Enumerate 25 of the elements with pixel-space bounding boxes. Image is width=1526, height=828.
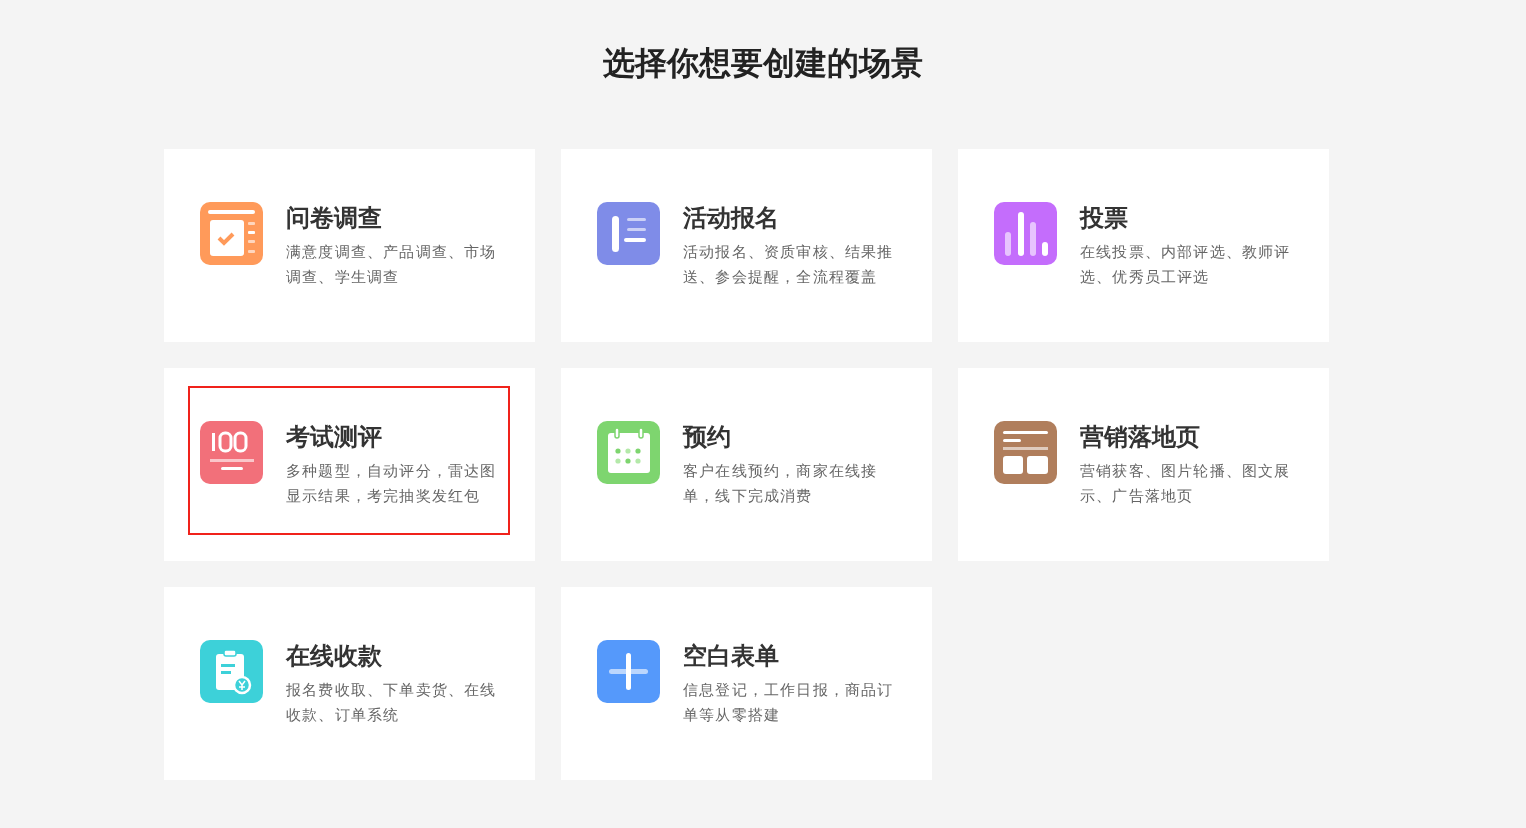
- scene-card[interactable]: 考试测评 多种题型，自动评分，雷达图显示结果，考完抽奖发红包: [164, 368, 535, 561]
- card-title: 活动报名: [683, 203, 780, 234]
- scene-card[interactable]: 问卷调查 满意度调查、产品调查、市场调查、学生调查: [164, 149, 535, 342]
- card-description: 活动报名、资质审核、结果推送、参会提醒，全流程覆盖: [683, 242, 895, 288]
- scene-card[interactable]: 投票 在线投票、内部评选、教师评选、优秀员工评选: [958, 149, 1329, 342]
- card-description: 营销获客、图片轮播、图文展示、广告落地页: [1080, 461, 1292, 507]
- card-title: 预约: [683, 422, 732, 453]
- scene-card[interactable]: 营销落地页 营销获客、图片轮播、图文展示、广告落地页: [958, 368, 1329, 561]
- page-heading: 选择你想要创建的场景: [603, 43, 923, 84]
- card-title: 营销落地页: [1080, 422, 1201, 453]
- card-description: 报名费收取、下单卖货、在线收款、订单系统: [286, 680, 498, 726]
- card-description: 信息登记，工作日报，商品订单等从零搭建: [683, 680, 895, 726]
- scene-card[interactable]: 预约 客户在线预约，商家在线接单，线下完成消费: [561, 368, 932, 561]
- card-title: 在线收款: [286, 641, 383, 672]
- card-description: 在线投票、内部评选、教师评选、优秀员工评选: [1080, 242, 1292, 288]
- card-title: 考试测评: [286, 422, 383, 453]
- scene-card[interactable]: 在线收款 报名费收取、下单卖货、在线收款、订单系统: [164, 587, 535, 780]
- card-title: 空白表单: [683, 641, 780, 672]
- card-title: 问卷调查: [286, 203, 383, 234]
- card-description: 多种题型，自动评分，雷达图显示结果，考完抽奖发红包: [286, 461, 498, 507]
- card-description: 客户在线预约，商家在线接单，线下完成消费: [683, 461, 879, 507]
- scene-card[interactable]: 空白表单 信息登记，工作日报，商品订单等从零搭建: [561, 587, 932, 780]
- scene-card[interactable]: 活动报名 活动报名、资质审核、结果推送、参会提醒，全流程覆盖: [561, 149, 932, 342]
- card-title: 投票: [1080, 203, 1129, 234]
- card-description: 满意度调查、产品调查、市场调查、学生调查: [286, 242, 498, 288]
